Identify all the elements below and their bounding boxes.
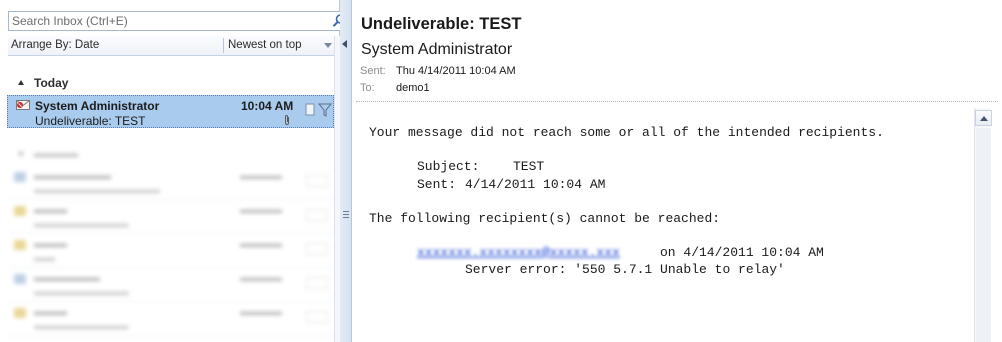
header-divider: [356, 101, 998, 102]
obscured-text: ▬▬▬▬▬▬▬▬▬: [34, 320, 129, 332]
obscured-text: ▬▬▬▬: [240, 170, 282, 182]
arrange-by-button[interactable]: Arrange By: Date: [11, 39, 99, 51]
message-list-pane: Arrange By: Date Newest on top Today Sys…: [0, 0, 349, 342]
envelope-icon: [14, 172, 26, 182]
obscured-text: ▬▬▬▬: [240, 306, 282, 318]
server-error-text: Server error: '550 5.7.1 Unable to relay…: [465, 262, 785, 277]
arrange-divider: [223, 38, 224, 53]
obscured-text: ▬▬▬▬▬▬▬▬▬: [34, 286, 129, 298]
flag-icon: [306, 243, 328, 255]
obscured-text: ▬▬▬▬: [34, 148, 78, 160]
recipient-email-link[interactable]: xxxxxxx.xxxxxxxx@xxxxx.xxx: [417, 245, 620, 260]
category-icon[interactable]: [305, 103, 316, 117]
obscured-group-header: ▬▬▬▬: [8, 145, 335, 163]
obscured-text: ▬▬▬: [34, 238, 67, 250]
body-text: Your message did not reach some or all o…: [369, 125, 884, 140]
sort-order-button[interactable]: Newest on top: [228, 39, 302, 51]
group-label: Today: [34, 76, 69, 90]
to-recipient[interactable]: demo1: [396, 82, 430, 94]
envelope-icon: [14, 274, 26, 284]
collapse-pane-icon[interactable]: [342, 40, 347, 48]
flag-icon: [306, 277, 328, 289]
envelope-icon: [14, 240, 26, 250]
envelope-icon: [16, 100, 30, 110]
to-label: To:: [360, 82, 375, 94]
list-item: ▬▬▬ ▬▬▬▬ ▬▬: [8, 235, 335, 268]
list-item: ▬▬▬▬▬▬▬ ▬▬▬▬ ▬▬▬▬▬▬▬▬▬▬▬▬: [8, 167, 335, 200]
obscured-text: ▬▬▬▬▬▬▬▬▬▬▬▬: [34, 184, 160, 196]
sent-value: Thu 4/14/2011 10:04 AM: [396, 65, 516, 77]
arrange-bar: Arrange By: Date Newest on top: [8, 36, 335, 56]
list-item: ▬▬▬▬▬▬ ▬▬▬▬ ▬▬▬▬▬▬▬▬▬: [8, 269, 335, 302]
envelope-icon: [14, 308, 26, 318]
collapse-triangle-icon: [18, 152, 24, 157]
obscured-text: ▬▬▬▬▬▬: [34, 272, 100, 284]
flag-icon[interactable]: [318, 102, 332, 118]
search-input[interactable]: [12, 13, 322, 28]
reading-pane-scrollbar[interactable]: [974, 108, 992, 342]
message-row-selected[interactable]: System Administrator 10:04 AM Undelivera…: [7, 95, 334, 128]
search-box[interactable]: [8, 11, 349, 31]
body-text: The following recipient(s) cannot be rea…: [369, 211, 721, 226]
body-sent-label: Sent:: [417, 177, 457, 192]
obscured-text: ▬▬▬▬▬▬▬▬▬: [34, 218, 129, 230]
body-sent-value: 4/14/2011 10:04 AM: [465, 177, 606, 192]
message-sender: System Administrator: [35, 99, 160, 113]
flag-icon: [306, 175, 328, 187]
flag-icon: [306, 209, 328, 221]
envelope-icon: [14, 206, 26, 216]
flag-icon: [306, 311, 328, 323]
body-subject-value: TEST: [513, 159, 545, 174]
obscured-message-list: ▬▬▬▬ ▬▬▬▬▬▬▬ ▬▬▬▬ ▬▬▬▬▬▬▬▬▬▬▬▬ ▬▬▬ ▬▬▬▬ …: [8, 145, 335, 342]
obscured-text: ▬▬▬▬: [240, 204, 282, 216]
body-text: on 4/14/2011 10:04 AM: [660, 245, 824, 260]
message-subject: Undeliverable: TEST: [35, 114, 146, 128]
email-body: Your message did not reach some or all o…: [356, 108, 974, 342]
group-header-today[interactable]: Today: [8, 74, 335, 92]
obscured-text: ▬▬▬▬▬▬▬: [34, 170, 111, 182]
obscured-text: ▬▬▬: [34, 204, 67, 216]
chevron-up-icon: [980, 116, 988, 121]
pane-splitter[interactable]: [340, 0, 352, 342]
message-time: 10:04 AM: [241, 99, 294, 113]
email-subject: Undeliverable: TEST: [361, 15, 522, 33]
collapse-triangle-icon[interactable]: [18, 80, 24, 85]
reading-pane: Undeliverable: TEST System Administrator…: [352, 0, 1002, 342]
scroll-track[interactable]: [976, 128, 991, 342]
sent-label: Sent:: [360, 65, 386, 77]
obscured-text: ▬▬: [34, 252, 55, 264]
email-sender[interactable]: System Administrator: [361, 41, 512, 59]
body-subject-label: Subject:: [417, 159, 480, 174]
list-item: ▬▬▬ ▬▬▬▬ ▬▬▬▬▬▬▬▬▬: [8, 201, 335, 234]
obscured-text: ▬▬▬▬: [240, 238, 282, 250]
obscured-text: ▬▬▬: [34, 306, 67, 318]
list-item: ▬▬▬ ▬▬▬▬ ▬▬▬▬▬▬▬▬▬: [8, 303, 335, 336]
chevron-down-icon[interactable]: [324, 43, 332, 48]
splitter-grip-icon[interactable]: [343, 211, 349, 219]
scroll-up-button[interactable]: [975, 110, 992, 126]
obscured-text: ▬▬▬▬: [240, 272, 282, 284]
paperclip-icon: [285, 115, 289, 125]
